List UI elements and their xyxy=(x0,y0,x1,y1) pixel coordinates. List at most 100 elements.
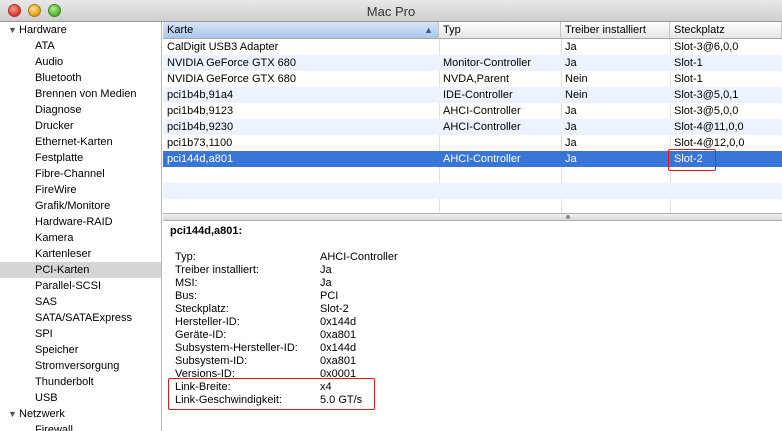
sidebar-item-label: PCI-Karten xyxy=(35,264,90,276)
sidebar-item[interactable]: Diagnose xyxy=(0,102,161,118)
sidebar-item[interactable]: USB xyxy=(0,390,161,406)
table-row xyxy=(163,199,782,213)
detail-field-value: 0xa801 xyxy=(320,329,357,341)
column-header-label: Karte xyxy=(167,24,194,36)
sidebar-item[interactable]: SPI xyxy=(0,326,161,342)
sidebar-item-label: Parallel-SCSI xyxy=(35,280,102,292)
sidebar-item[interactable]: SAS xyxy=(0,294,161,310)
table-row[interactable]: pci1b4b,9123 AHCI-Controller Ja Slot-3@5,0,… xyxy=(163,103,782,119)
table-cell: Slot-1 xyxy=(674,73,703,85)
detail-field-label: Typ: xyxy=(175,251,196,263)
window-title: Mac Pro xyxy=(366,4,416,19)
table-row[interactable]: NVIDIA GeForce GTX 680 NVDA,Parent Nein Slo… xyxy=(163,71,782,87)
sidebar-item-label: Speicher xyxy=(35,344,79,356)
column-header-label: Steckplatz xyxy=(674,24,725,36)
sidebar-item-label: Thunderbolt xyxy=(35,376,94,388)
sidebar[interactable]: ▼ Hardware ATA Audio Bluetooth Brennen von Me… xyxy=(0,22,162,431)
sidebar-item[interactable]: Hardware-RAID xyxy=(0,214,161,230)
detail-field-label: Hersteller-ID: xyxy=(175,316,240,328)
table-cell: CalDigit USB3 Adapter xyxy=(167,41,279,53)
table-cell: AHCI-Controller xyxy=(443,105,521,117)
sidebar-item-label: Hardware-RAID xyxy=(35,216,113,228)
sidebar-item-label: Stromversorgung xyxy=(35,360,120,372)
detail-field-value: PCI xyxy=(320,290,339,302)
table-row[interactable]: CalDigit USB3 Adapter Ja Slot-3@6,0,0 xyxy=(163,39,782,55)
table-cell: Ja xyxy=(565,105,577,117)
table-cell: pci1b4b,91a4 xyxy=(167,89,234,101)
detail-field-value: AHCI-Controller xyxy=(320,251,398,263)
sidebar-item-label: Brennen von Medien xyxy=(35,88,137,100)
sidebar-item[interactable]: ATA xyxy=(0,38,161,54)
sidebar-group-label: Netzwerk xyxy=(19,408,65,420)
table-cell: pci1b4b,9123 xyxy=(167,105,234,117)
sidebar-item[interactable]: Brennen von Medien xyxy=(0,86,161,102)
sidebar-item-label: Drucker xyxy=(35,120,74,132)
sidebar-item[interactable]: Stromversorgung xyxy=(0,358,161,374)
pci-cards-table[interactable]: ▲ Karte Typ Treiber installiert Steckplatz Ca… xyxy=(163,22,782,213)
column-header[interactable]: Treiber installiert xyxy=(561,22,670,38)
table-cell: Slot-3@5,0,1 xyxy=(674,89,739,101)
detail-field-label: Geräte-ID: xyxy=(175,329,227,341)
table-row[interactable]: pci1b4b,91a4 IDE-Controller Nein Slot-3@5,0… xyxy=(163,87,782,103)
table-row[interactable]: NVIDIA GeForce GTX 680 Monitor-Controller… xyxy=(163,55,782,71)
sidebar-group-0[interactable]: ▼ Hardware xyxy=(0,22,161,38)
table-cell: Ja xyxy=(565,57,577,69)
sidebar-item[interactable]: Festplatte xyxy=(0,150,161,166)
sidebar-item[interactable]: FireWire xyxy=(0,182,161,198)
disclosure-triangle-icon[interactable]: ▼ xyxy=(8,22,17,38)
sort-ascending-icon: ▲ xyxy=(424,25,433,35)
column-header[interactable]: ▲ Karte xyxy=(163,22,439,38)
sidebar-item[interactable]: Ethernet-Karten xyxy=(0,134,161,150)
column-header[interactable]: Steckplatz xyxy=(670,22,782,38)
table-cell: IDE-Controller xyxy=(443,89,513,101)
pane-splitter[interactable] xyxy=(163,213,782,221)
sidebar-item-label: ATA xyxy=(35,40,55,52)
sidebar-item[interactable]: Speicher xyxy=(0,342,161,358)
sidebar-item[interactable]: Kartenleser xyxy=(0,246,161,262)
sidebar-item-label: SATA/SATAExpress xyxy=(35,312,132,324)
table-cell xyxy=(443,39,559,55)
table-row xyxy=(163,183,782,199)
detail-field-label: Bus: xyxy=(175,290,198,302)
sidebar-item[interactable]: Thunderbolt xyxy=(0,374,161,390)
sidebar-item-label: SPI xyxy=(35,328,53,340)
column-header[interactable]: Typ xyxy=(439,22,561,38)
sidebar-item[interactable]: Drucker xyxy=(0,118,161,134)
table-cell: Monitor-Controller xyxy=(443,57,532,69)
disclosure-triangle-icon[interactable]: ▼ xyxy=(8,406,17,422)
sidebar-item[interactable]: Firewall xyxy=(0,422,161,431)
table-cell: NVIDIA GeForce GTX 680 xyxy=(167,73,296,85)
sidebar-item[interactable]: Grafik/Monitore xyxy=(0,198,161,214)
sidebar-item-label: Ethernet-Karten xyxy=(35,136,113,148)
sidebar-group-label: Hardware xyxy=(19,24,67,36)
table-cell: pci144d,a801 xyxy=(167,153,234,165)
sidebar-item[interactable]: Kamera xyxy=(0,230,161,246)
sidebar-group-1[interactable]: ▼ Netzwerk xyxy=(0,406,161,422)
sidebar-item[interactable]: Fibre-Channel xyxy=(0,166,161,182)
detail-pane: pci144d,a801: Typ: AHCI-Controller Treiber… xyxy=(163,221,782,431)
detail-field-value: Ja xyxy=(320,277,332,289)
table-cell: NVIDIA GeForce GTX 680 xyxy=(167,57,296,69)
sidebar-item-label: SAS xyxy=(35,296,58,308)
detail-field-label: Subsystem-ID: xyxy=(175,355,248,367)
table-cell: pci1b73,1100 xyxy=(167,137,233,149)
sidebar-item-label: Festplatte xyxy=(35,152,84,164)
table-cell: Slot-4@11,0,0 xyxy=(674,121,744,133)
table-cell: Ja xyxy=(565,137,577,149)
sidebar-item-label: Bluetooth xyxy=(35,72,82,84)
sidebar-item[interactable]: PCI-Karten xyxy=(0,262,161,278)
sidebar-item[interactable]: Bluetooth xyxy=(0,70,161,86)
sidebar-item-label: Kamera xyxy=(35,232,74,244)
sidebar-item[interactable]: SATA/SATAExpress xyxy=(0,310,161,326)
table-cell: Ja xyxy=(565,41,577,53)
table-cell: AHCI-Controller xyxy=(443,153,521,165)
table-row[interactable]: pci1b4b,9230 AHCI-Controller Ja Slot-4@11,0… xyxy=(163,119,782,135)
detail-field-label: Steckplatz: xyxy=(175,303,229,315)
sidebar-item-label: FireWire xyxy=(35,184,77,196)
table-cell xyxy=(443,135,559,151)
detail-field-value: 0xa801 xyxy=(320,355,357,367)
table-cell: Slot-3@5,0,0 xyxy=(674,105,739,117)
table-cell: Nein xyxy=(565,73,588,85)
sidebar-item[interactable]: Parallel-SCSI xyxy=(0,278,161,294)
sidebar-item[interactable]: Audio xyxy=(0,54,161,70)
